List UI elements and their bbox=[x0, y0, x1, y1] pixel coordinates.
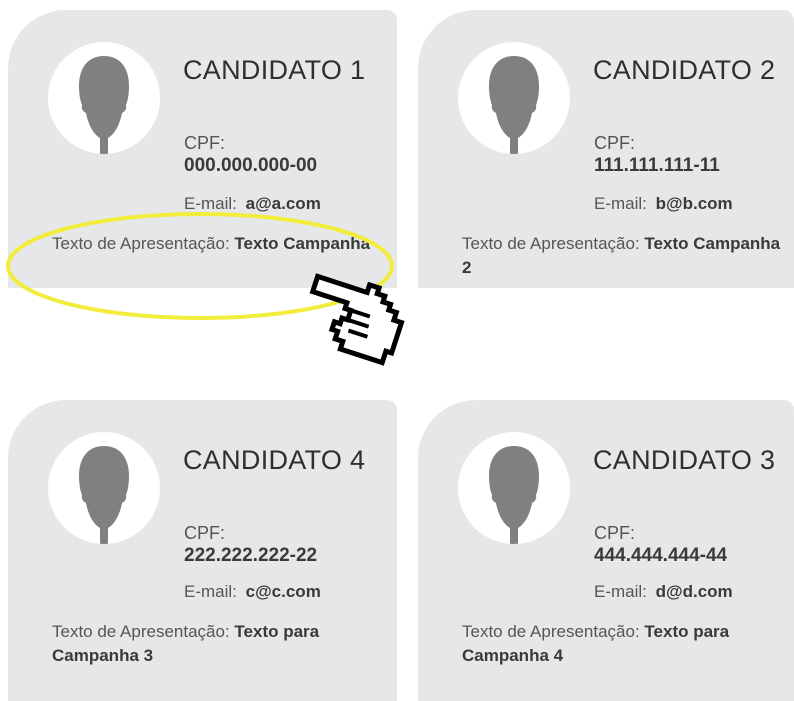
cpf-value: 111.111.111-11 bbox=[594, 155, 720, 176]
email-value: d@d.com bbox=[655, 582, 733, 601]
presentation-label: Texto de Apresentação: bbox=[52, 622, 230, 641]
candidate-card[interactable]: CANDIDATO 3 CPF: 444.444.444-44 E-mail: … bbox=[418, 400, 794, 701]
candidate-name: CANDIDATO 3 bbox=[593, 445, 776, 475]
user-silhouette-icon bbox=[458, 432, 570, 544]
candidate-name: CANDIDATO 1 bbox=[183, 55, 366, 85]
email-row: E-mail: a@a.com bbox=[184, 194, 321, 214]
email-label: E-mail: bbox=[594, 582, 647, 601]
candidate-card[interactable]: CANDIDATO 4 CPF: 222.222.222-22 E-mail: … bbox=[8, 400, 397, 701]
user-silhouette-icon bbox=[48, 42, 160, 154]
email-row: E-mail: b@b.com bbox=[594, 194, 733, 214]
candidate-name: CANDIDATO 4 bbox=[183, 445, 366, 475]
candidate-card[interactable]: CANDIDATO 2 CPF: 111.111.111-11 E-mail: … bbox=[418, 10, 794, 288]
presentation-text: Texto de Apresentação: Texto Campanha bbox=[52, 232, 372, 256]
cpf-value: 222.222.222-22 bbox=[184, 545, 318, 566]
email-value: c@c.com bbox=[245, 582, 321, 601]
presentation-label: Texto de Apresentação: bbox=[52, 234, 230, 253]
candidate-name: CANDIDATO 2 bbox=[593, 55, 776, 85]
email-value: b@b.com bbox=[655, 194, 733, 213]
cpf-label: CPF: bbox=[184, 133, 226, 153]
presentation-label: Texto de Apresentação: bbox=[462, 622, 640, 641]
presentation-text: Texto de Apresentação: Texto Campanha 2 bbox=[462, 232, 782, 280]
user-silhouette-icon bbox=[458, 42, 570, 154]
presentation-text: Texto de Apresentação: Texto para Campan… bbox=[52, 620, 372, 668]
candidates-grid: CANDIDATO 1 CPF: 000.000.000-00 E-mail: … bbox=[0, 0, 794, 701]
candidate-card[interactable]: CANDIDATO 1 CPF: 000.000.000-00 E-mail: … bbox=[8, 10, 397, 288]
email-label: E-mail: bbox=[184, 194, 237, 213]
cpf-label: CPF: bbox=[594, 133, 636, 153]
email-row: E-mail: c@c.com bbox=[184, 582, 321, 602]
user-silhouette-icon bbox=[48, 432, 160, 544]
cpf-value: 000.000.000-00 bbox=[184, 155, 318, 176]
cpf-label: CPF: bbox=[594, 523, 636, 543]
cpf-label: CPF: bbox=[184, 523, 226, 543]
presentation-label: Texto de Apresentação: bbox=[462, 234, 640, 253]
email-label: E-mail: bbox=[184, 582, 237, 601]
email-label: E-mail: bbox=[594, 194, 647, 213]
presentation-text: Texto de Apresentação: Texto para Campan… bbox=[462, 620, 782, 668]
cpf-value: 444.444.444-44 bbox=[594, 545, 728, 566]
presentation-value: Texto Campanha bbox=[234, 234, 371, 253]
email-value: a@a.com bbox=[245, 194, 321, 213]
email-row: E-mail: d@d.com bbox=[594, 582, 733, 602]
